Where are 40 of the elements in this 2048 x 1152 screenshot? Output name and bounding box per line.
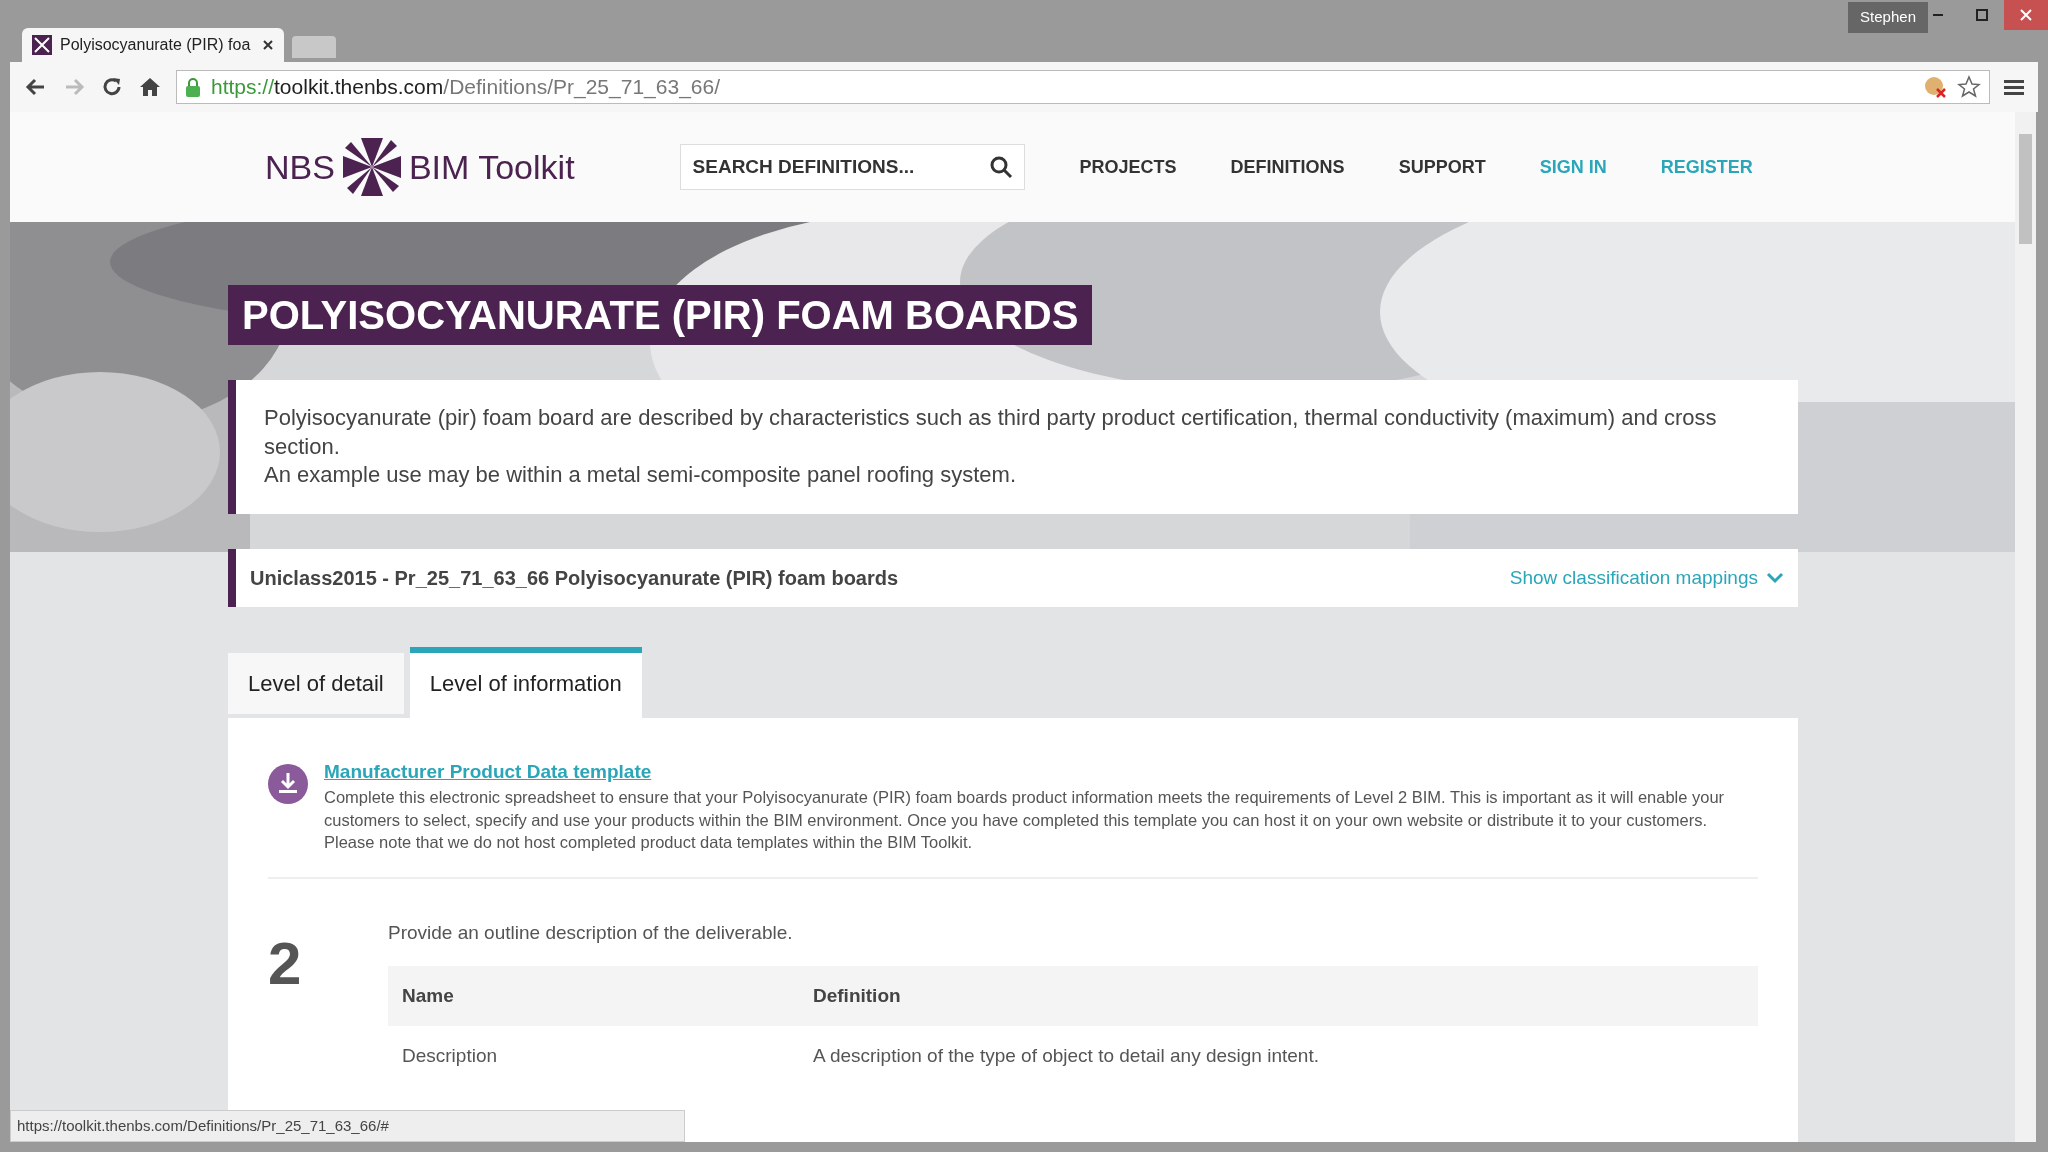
star-icon[interactable]: [1957, 75, 1981, 99]
step-prompt: Provide an outline description of the deliverable.: [388, 921, 794, 946]
minimize-icon: [1933, 14, 1943, 16]
column-header: Definition: [799, 965, 1758, 1027]
status-url: https://toolkit.thenbs.com/Definitions/Pr_25_71_63_66/#: [10, 1109, 685, 1142]
close-icon[interactable]: [262, 39, 274, 51]
close-button[interactable]: [2004, 0, 2048, 30]
menu-icon[interactable]: [2004, 77, 2024, 97]
description-text: Polyisocyanurate (pir) foam board are described by characteristics such as third party product certification, thermal conductivity (maximum) and cross section.: [264, 404, 1718, 461]
search-field[interactable]: SEARCH DEFINITIONS...: [679, 144, 1025, 190]
description-text: An example use may be within a metal semi-composite panel roofing system.: [264, 461, 1017, 490]
site-icon: [32, 35, 52, 55]
nav-link[interactable]: SUPPORT: [1398, 153, 1486, 181]
tab-title: Polyisocyanurate (PIR) foa: [60, 35, 252, 55]
cookie-blocked-icon[interactable]: [1923, 75, 1947, 99]
browser-tab[interactable]: Polyisocyanurate (PIR) foa: [22, 28, 284, 62]
logo-text: BIM Toolkit: [408, 146, 575, 188]
step-number: 2: [268, 929, 303, 1000]
url-text: https://toolkit.thenbs.com/Definitions/Pr_25_71_63_66/: [211, 74, 721, 101]
template-description: Complete this electronic spreadsheet to ensure that your Polyisocyanurate (PIR) foam boards product information meets the requirements of Level 2 BIM. This is important as it will enable your customers to select, specify and use your products within the BIM environment. Once you have completed this template you can host it on your own website or distribute it to your customers. Please note that we do not host completed product data templates within the BIM Toolkit.: [324, 787, 1726, 853]
column-header: Name: [388, 965, 799, 1027]
scrollbar[interactable]: [2015, 112, 2036, 1142]
page-title: POLYISOCYANURATE (PIR) FOAM BOARDS: [228, 285, 1093, 345]
download-icon: [268, 763, 308, 804]
chevron-down-icon: [1766, 571, 1784, 584]
nav-link[interactable]: PROJECTS: [1079, 153, 1177, 181]
profile-name[interactable]: Stephen: [1848, 2, 1928, 33]
classification-text: Uniclass2015 - Pr_25_71_63_66 Polyisocyanurate (PIR) foam boards: [250, 565, 899, 591]
table-cell: A description of the type of object to detail any design intent.: [799, 1026, 1758, 1087]
close-icon: [2020, 9, 2032, 21]
lock-icon: [185, 76, 201, 98]
home-icon[interactable]: [138, 75, 162, 99]
tab[interactable]: Level of detail: [228, 652, 404, 714]
tab[interactable]: Level of information: [409, 646, 642, 718]
logo-text: NBS: [265, 146, 335, 188]
address-bar[interactable]: https://toolkit.thenbs.com/Definitions/Pr_25_71_63_66/: [176, 70, 1990, 104]
table-cell: Description: [388, 1026, 799, 1087]
nav-link[interactable]: DEFINITIONS: [1230, 153, 1345, 181]
maximize-icon: [1976, 9, 1988, 21]
search-icon[interactable]: [988, 155, 1013, 179]
